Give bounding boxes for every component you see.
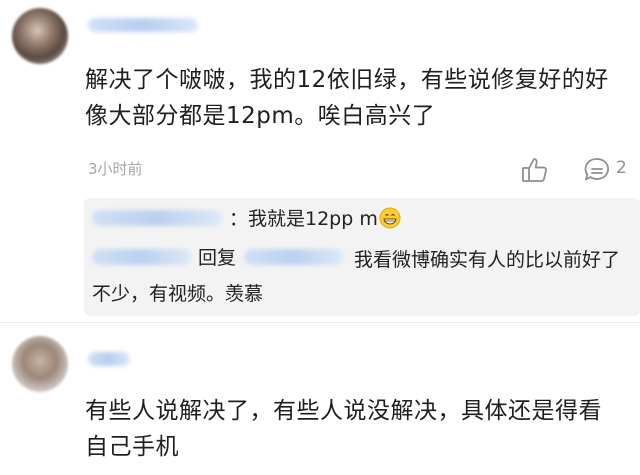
username-redacted[interactable] (88, 18, 198, 32)
reply-item: ：我就是12pp m (229, 204, 401, 234)
reply-thread[interactable]: ：我就是12pp m 我看微博确实有人的比以前好了不少，有视频。羡慕 回复 (84, 198, 640, 316)
reply-count[interactable]: 2 (616, 158, 627, 178)
reply-target-username-redacted[interactable] (244, 249, 344, 265)
avatar[interactable] (12, 336, 68, 392)
comment-timestamp: 3小时前 (88, 160, 143, 178)
avatar[interactable] (12, 8, 68, 64)
thumbs-up-icon[interactable] (520, 156, 550, 184)
reply-text: ：我就是12pp m (229, 208, 378, 230)
reply-username-redacted[interactable] (92, 210, 222, 226)
comment-item: 解决了个啵啵，我的12依旧绿，有些说修复好的好像大部分都是12pm。唉白高兴了 … (0, 0, 640, 318)
reply-label: 回复 (198, 247, 237, 269)
comment-item: 有些人说解决了，有些人说没解决，具体还是得看自己手机 (0, 330, 640, 475)
comment-text: 解决了个啵啵，我的12依旧绿，有些说修复好的好像大部分都是12pm。唉白高兴了 (85, 67, 609, 129)
grinning-face-icon (379, 207, 401, 229)
comment-divider (0, 322, 640, 323)
comment-bubble-icon[interactable] (583, 156, 611, 184)
comment-text: 有些人说解决了，有些人说没解决，具体还是得看自己手机 (85, 398, 602, 460)
reply-username-redacted[interactable] (92, 249, 192, 265)
username-redacted[interactable] (88, 352, 130, 366)
